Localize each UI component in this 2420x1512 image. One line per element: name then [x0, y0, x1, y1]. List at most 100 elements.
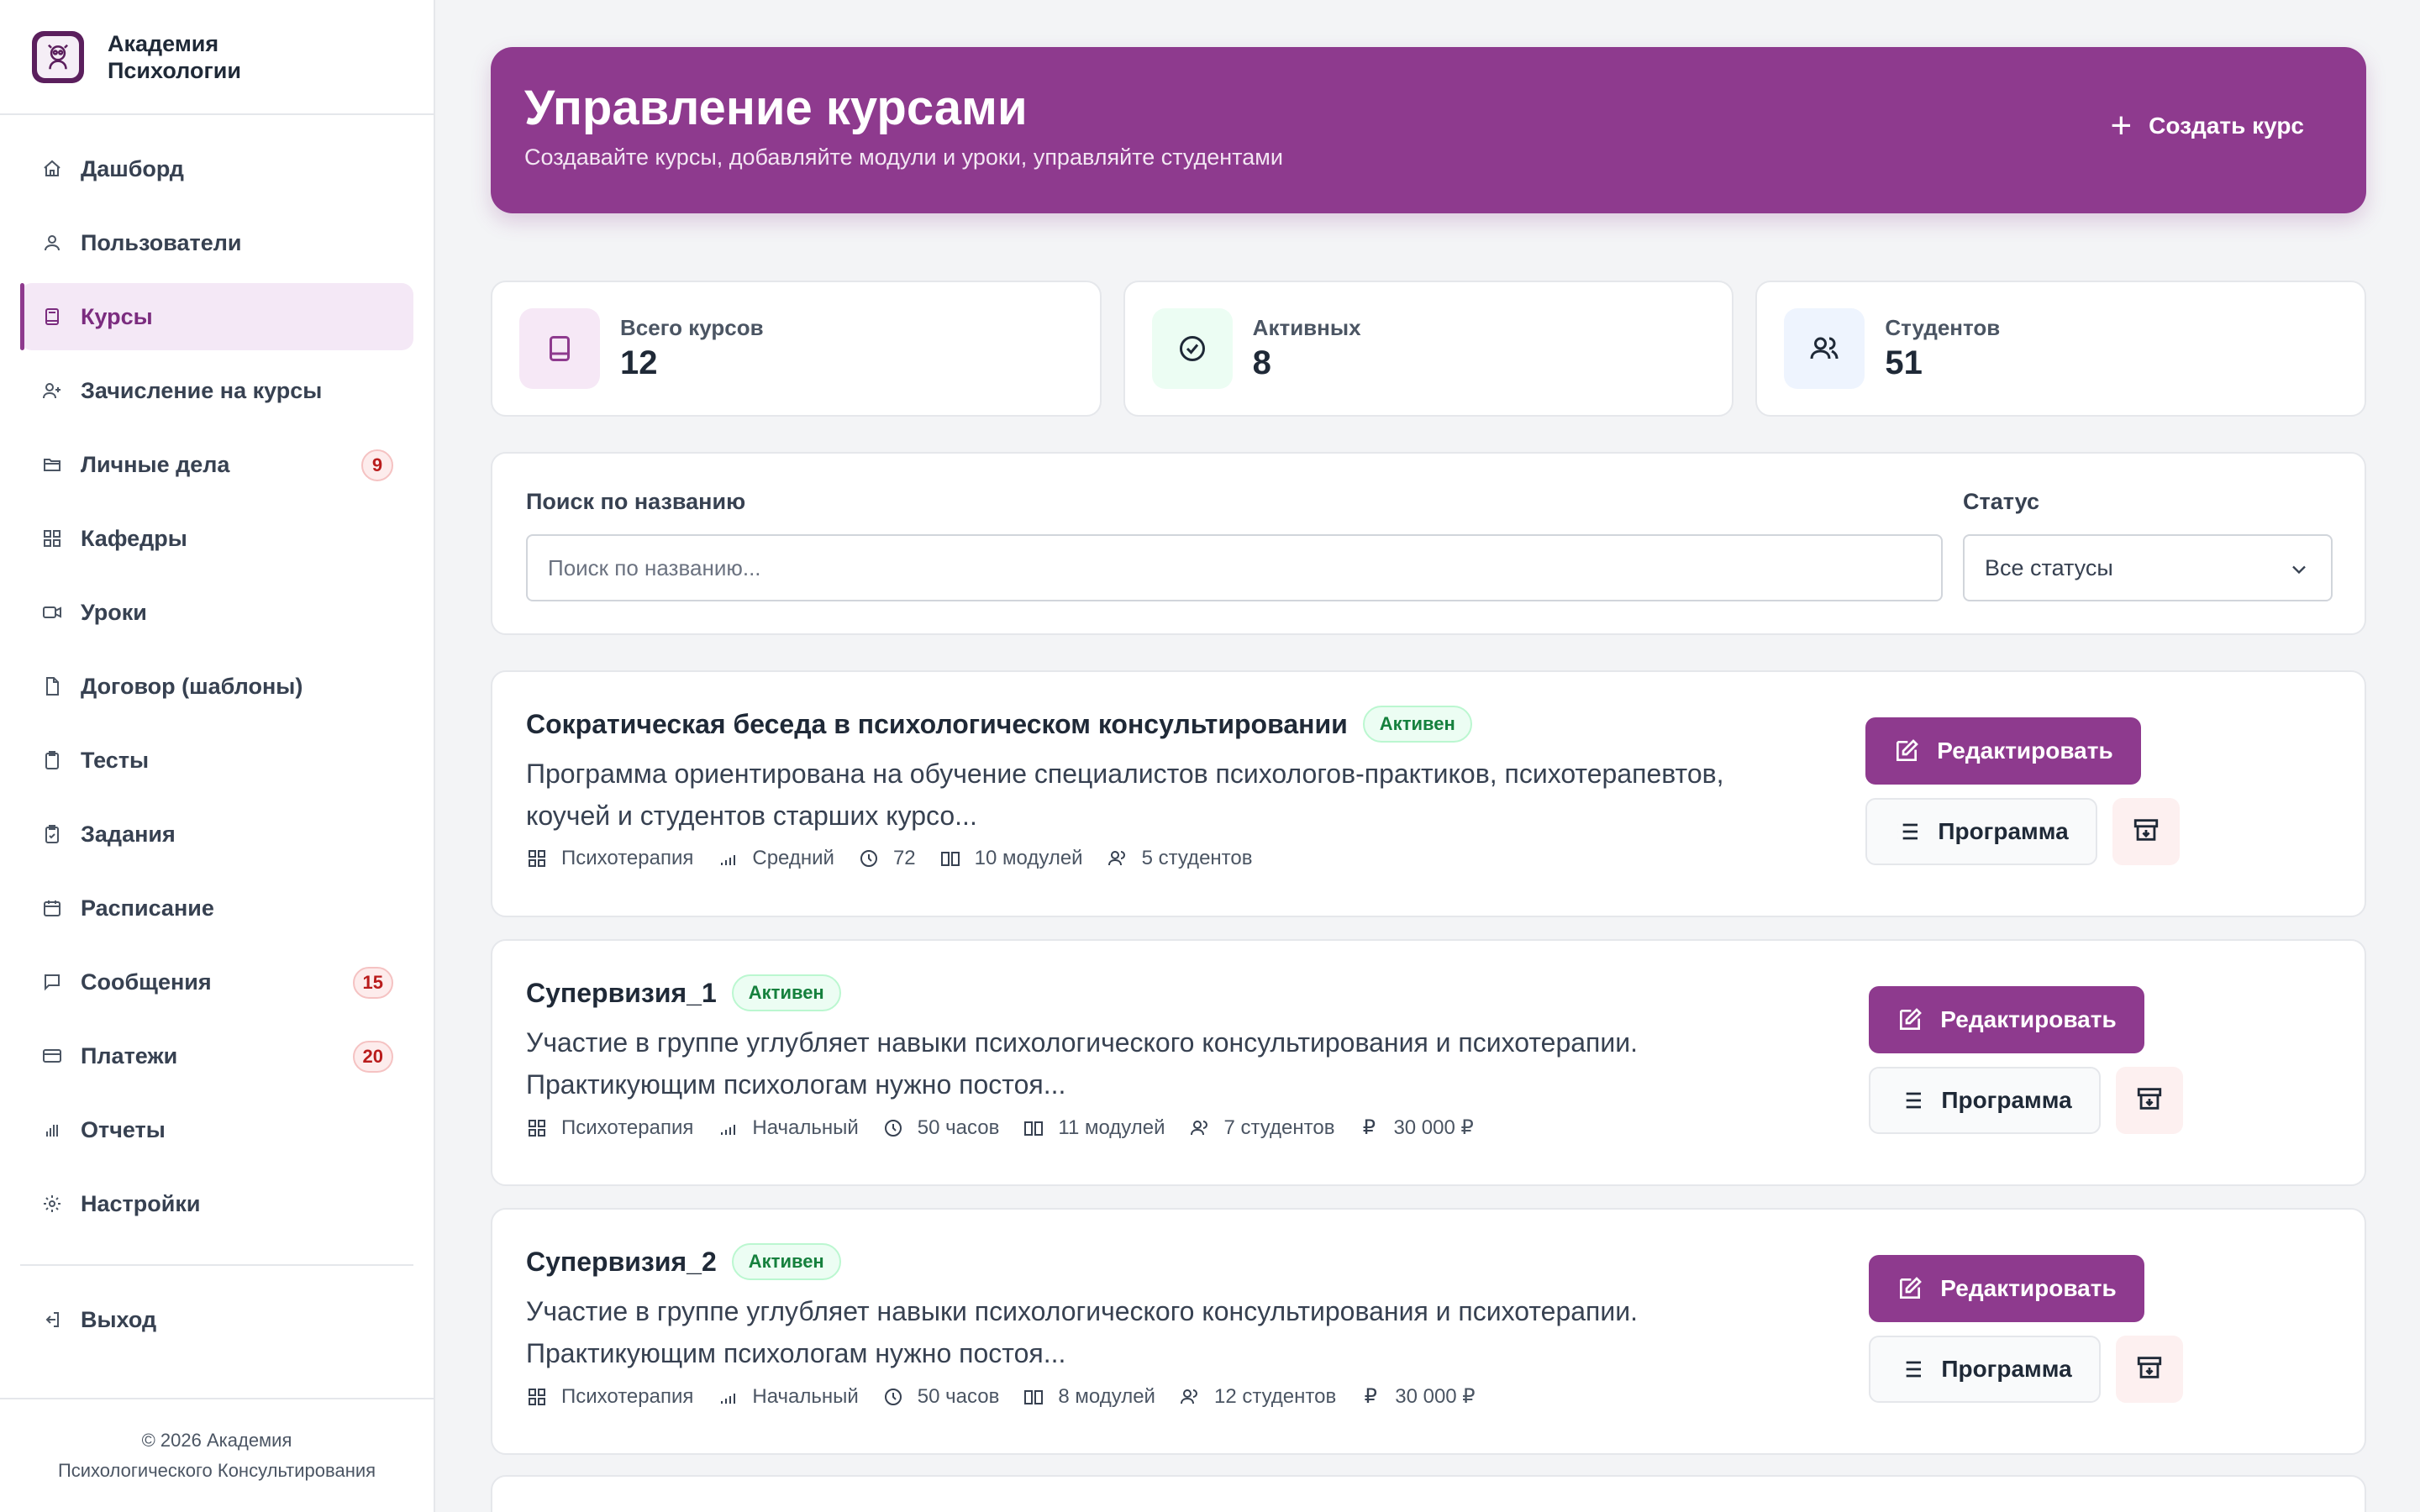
sidebar-item-label: Сообщения: [81, 969, 212, 995]
program-label: Программа: [1938, 818, 2069, 844]
users-icon: [1189, 1117, 1211, 1139]
copyright-org: Психологического Консультирования: [57, 1460, 376, 1481]
list-icon: [1897, 1087, 1924, 1114]
filters-panel: Поиск по названию Статус Все статусы: [491, 452, 2366, 635]
sidebar-item-users[interactable]: Пользователи: [20, 209, 413, 276]
edit-button[interactable]: Редактировать: [1869, 1255, 2144, 1322]
edit-icon: [1897, 1006, 1923, 1033]
copyright: © 2026 Академия: [141, 1430, 292, 1451]
sidebar: Академия Психологии Дашборд Пользователи…: [0, 0, 435, 1512]
folder-icon: [40, 453, 64, 476]
sidebar-footer: © 2026 Академия Психологического Консуль…: [0, 1398, 434, 1512]
page-subtitle: Создавайте курсы, добавляйте модули и ур…: [524, 144, 1283, 170]
ruble-icon: ₽: [1364, 1385, 1377, 1408]
create-course-button[interactable]: + Создать курс: [2110, 108, 2304, 144]
course-level: Начальный: [752, 1116, 859, 1139]
list-icon: [1894, 818, 1921, 845]
count-badge: 9: [361, 449, 393, 481]
signal-icon: [717, 1386, 739, 1408]
status-select[interactable]: Все статусы: [1963, 534, 2333, 601]
calendar-icon: [40, 896, 64, 920]
program-button[interactable]: Программа: [1869, 1067, 2101, 1134]
book-open-icon: [1023, 1386, 1044, 1408]
archive-button[interactable]: [2112, 798, 2180, 865]
stat-card-total: Всего курсов 12: [491, 281, 1102, 417]
edit-button[interactable]: Редактировать: [1869, 986, 2144, 1053]
sidebar-item-courses[interactable]: Курсы: [20, 283, 413, 350]
archive-button[interactable]: [2116, 1067, 2183, 1134]
sidebar-item-tests[interactable]: Тесты: [20, 727, 413, 794]
sidebar-item-personal-files[interactable]: Личные дела 9: [20, 431, 413, 498]
sidebar-item-label: Дашборд: [81, 155, 184, 181]
search-label: Поиск по названию: [526, 489, 746, 514]
bar-chart-icon: [40, 1118, 64, 1142]
stat-label: Всего курсов: [620, 315, 764, 340]
sidebar-item-label: Зачисление на курсы: [81, 377, 323, 403]
course-duration: 50 часов: [917, 1384, 1000, 1408]
sidebar-item-enrollment[interactable]: Зачисление на курсы: [20, 357, 413, 424]
course-description: Программа ориентирована на обучение спец…: [526, 759, 1724, 831]
credit-card-icon: [40, 1044, 64, 1068]
message-icon: [40, 970, 64, 994]
logout-label: Выход: [81, 1306, 157, 1332]
sidebar-item-label: Кафедры: [81, 525, 187, 551]
stats-row: Всего курсов 12 Активных 8 Студентов 51: [491, 281, 2367, 417]
sidebar-item-label: Пользователи: [81, 229, 242, 255]
archive-icon: [2132, 816, 2160, 848]
book-open-icon: [1023, 1117, 1044, 1139]
archive-button[interactable]: [2116, 1336, 2183, 1403]
sidebar-item-messages[interactable]: Сообщения 15: [20, 948, 413, 1016]
course-title[interactable]: Супервизия_2: [526, 1247, 717, 1278]
sidebar-item-tasks[interactable]: Задания: [20, 801, 413, 868]
sidebar-nav: Дашборд Пользователи Курсы Зачисление на…: [0, 115, 434, 1353]
sidebar-item-schedule[interactable]: Расписание: [20, 874, 413, 942]
sidebar-item-lessons[interactable]: Уроки: [20, 579, 413, 646]
course-card-partial: [491, 1475, 2366, 1512]
grid-icon: [526, 1117, 548, 1139]
sidebar-item-label: Договор (шаблоны): [81, 673, 303, 699]
edit-icon: [1893, 738, 1920, 764]
sidebar-item-settings[interactable]: Настройки: [20, 1170, 413, 1237]
program-label: Программа: [1941, 1356, 2072, 1382]
main-content: Управление курсами Создавайте курсы, доб…: [491, 47, 2367, 1455]
brand[interactable]: Академия Психологии: [0, 0, 434, 115]
course-price: 30 000 ₽: [1395, 1385, 1476, 1408]
users-icon: [1107, 848, 1128, 869]
stat-label: Активных: [1252, 315, 1361, 340]
gear-icon: [40, 1192, 64, 1215]
course-card: Сократическая беседа в психологическом к…: [491, 670, 2366, 917]
home-icon: [40, 157, 64, 181]
users-icon: [1784, 308, 1865, 389]
count-badge: 20: [352, 1041, 393, 1073]
sidebar-item-label: Тесты: [81, 747, 150, 773]
course-students: 5 студентов: [1141, 847, 1253, 869]
edit-button[interactable]: Редактировать: [1865, 717, 2141, 785]
course-card: Супервизия_1 Активен Участие в группе уг…: [491, 939, 2366, 1186]
sidebar-item-contracts[interactable]: Договор (шаблоны): [20, 653, 413, 720]
logout-icon: [40, 1308, 64, 1331]
stat-value: 51: [1885, 344, 1923, 381]
course-title[interactable]: Супервизия_1: [526, 978, 717, 1009]
signal-icon: [717, 848, 739, 869]
sidebar-item-departments[interactable]: Кафедры: [20, 505, 413, 572]
archive-icon: [2135, 1084, 2164, 1117]
sidebar-item-dashboard[interactable]: Дашборд: [20, 135, 413, 202]
course-modules: 8 модулей: [1058, 1384, 1155, 1408]
program-button[interactable]: Программа: [1869, 1336, 2101, 1403]
sidebar-item-label: Настройки: [81, 1190, 201, 1216]
program-button[interactable]: Программа: [1865, 798, 2097, 865]
clock-icon: [882, 1386, 904, 1408]
stat-label: Студентов: [1885, 315, 2001, 340]
sidebar-item-reports[interactable]: Отчеты: [20, 1096, 413, 1163]
search-input[interactable]: [526, 534, 1943, 601]
stat-value: 12: [620, 344, 658, 381]
archive-icon: [2135, 1353, 2164, 1386]
logo: [32, 30, 84, 83]
create-course-label: Создать курс: [2149, 113, 2304, 139]
divider: [20, 1264, 413, 1266]
user-icon: [40, 231, 64, 255]
logout-button[interactable]: Выход: [20, 1286, 413, 1353]
sidebar-item-payments[interactable]: Платежи 20: [20, 1022, 413, 1089]
clock-icon: [858, 848, 880, 869]
course-title[interactable]: Сократическая беседа в психологическом к…: [526, 709, 1348, 740]
